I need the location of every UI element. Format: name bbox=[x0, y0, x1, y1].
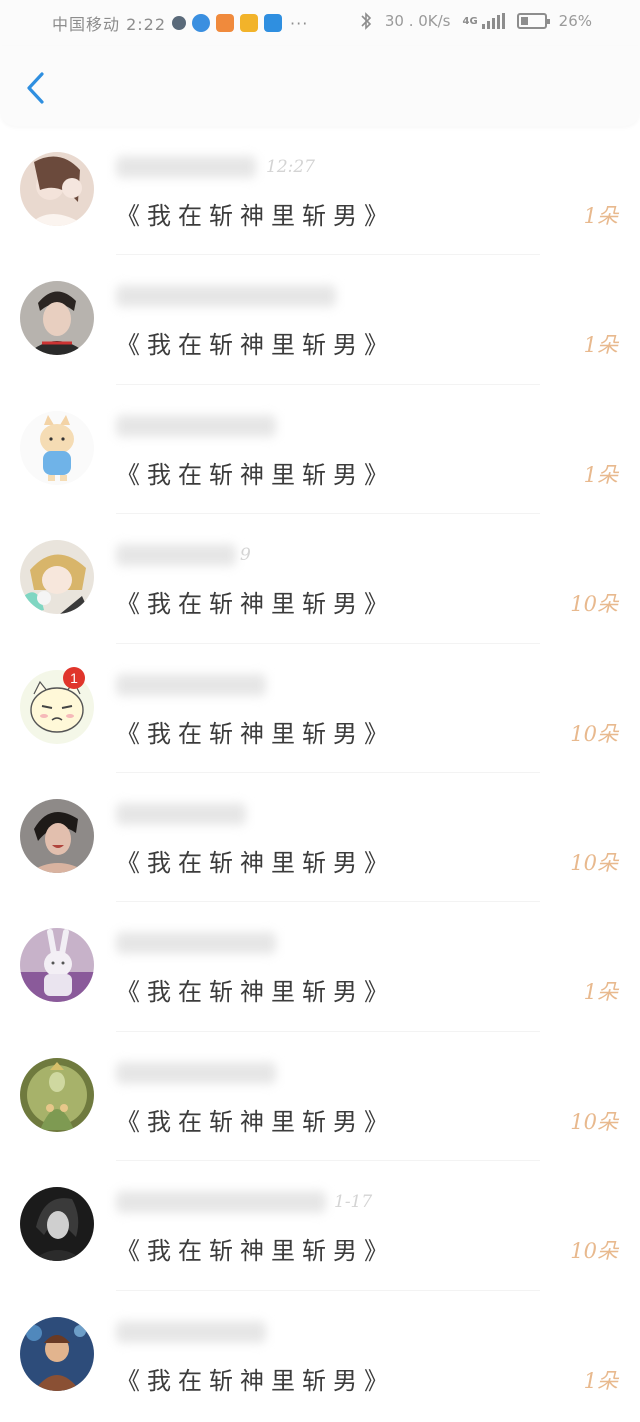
timestamp: 12:27 bbox=[266, 157, 315, 177]
network-speed: 30 . 0K/s bbox=[384, 12, 451, 30]
notification-app-icon bbox=[172, 16, 187, 30]
avatar[interactable] bbox=[20, 798, 94, 873]
user-name-blurred bbox=[116, 802, 246, 825]
avatar[interactable] bbox=[20, 1316, 94, 1391]
battery-level: 26% bbox=[558, 12, 592, 30]
network-type: 4G bbox=[462, 15, 478, 27]
bluetooth-icon bbox=[361, 12, 371, 30]
notification-app-icon bbox=[192, 14, 211, 32]
avatar[interactable] bbox=[20, 1057, 94, 1132]
avatar[interactable] bbox=[20, 1187, 94, 1262]
book-title: 《我在斩神里斩男》 bbox=[116, 1237, 395, 1266]
user-name-blurred bbox=[116, 544, 236, 567]
flower-count: 1朵 bbox=[583, 333, 618, 358]
book-title: 《我在斩神里斩男》 bbox=[116, 1366, 395, 1395]
book-title: 《我在斩神里斩男》 bbox=[116, 590, 395, 619]
user-name-blurred bbox=[116, 1191, 326, 1214]
flower-count: 1朵 bbox=[583, 980, 618, 1005]
flower-count: 10朵 bbox=[570, 1239, 618, 1264]
book-title: 《我在斩神里斩男》 bbox=[116, 848, 395, 877]
battery-icon bbox=[516, 13, 550, 29]
unread-badge: 1 bbox=[63, 666, 85, 689]
list-item[interactable]: 《我在斩神里斩男》 1朵 bbox=[0, 1291, 640, 1420]
list-item[interactable]: 9 《我在斩神里斩男》 10朵 bbox=[0, 514, 640, 644]
notification-app-icon bbox=[216, 14, 235, 32]
timestamp: 1-17 bbox=[334, 1192, 373, 1213]
flower-count: 10朵 bbox=[570, 592, 618, 617]
list-item[interactable]: 《我在斩神里斩男》 1朵 bbox=[0, 385, 640, 515]
book-title: 《我在斩神里斩男》 bbox=[116, 978, 395, 1007]
user-name-blurred bbox=[116, 1320, 266, 1343]
flower-count: 10朵 bbox=[570, 1109, 618, 1134]
chevron-left-icon bbox=[27, 72, 44, 104]
list-item[interactable]: 1-17 《我在斩神里斩男》 10朵 bbox=[0, 1161, 640, 1291]
flower-count: 10朵 bbox=[570, 721, 618, 746]
flower-count: 1朵 bbox=[583, 462, 618, 487]
more-notifications-icon: ··· bbox=[290, 13, 309, 33]
list-item[interactable]: 《我在斩神里斩男》 10朵 bbox=[0, 773, 640, 903]
notification-app-icon bbox=[240, 14, 259, 32]
status-left: 中国移动 2:22 ··· bbox=[52, 11, 308, 35]
status-bar: 中国移动 2:22 ··· 30 . 0K/s 4G 26% bbox=[0, 0, 640, 46]
list-item[interactable]: 1 《我在斩神里斩男》 10朵 bbox=[0, 644, 640, 773]
status-right: 30 . 0K/s 4G 26% bbox=[359, 11, 592, 31]
avatar[interactable] bbox=[20, 540, 94, 615]
user-name-blurred bbox=[116, 1061, 276, 1084]
list-item[interactable]: 《我在斩神里斩男》 1朵 bbox=[0, 255, 640, 385]
avatar[interactable] bbox=[20, 281, 94, 356]
flower-count: 1朵 bbox=[583, 1368, 618, 1393]
timestamp: 9 bbox=[240, 545, 251, 566]
book-title: 《我在斩神里斩男》 bbox=[116, 202, 395, 230]
avatar[interactable] bbox=[20, 152, 94, 226]
list-item[interactable]: 《我在斩神里斩男》 1朵 bbox=[0, 902, 640, 1032]
book-title: 《我在斩神里斩男》 bbox=[116, 460, 395, 489]
flower-count: 10朵 bbox=[570, 850, 618, 875]
list-item[interactable]: 12:27 《我在斩神里斩男》 1朵 bbox=[0, 126, 640, 256]
book-title: 《我在斩神里斩男》 bbox=[116, 719, 395, 748]
user-name-blurred bbox=[116, 673, 266, 696]
avatar[interactable] bbox=[20, 928, 94, 1003]
avatar[interactable] bbox=[20, 410, 94, 485]
gift-list: 12:27 《我在斩神里斩男》 1朵 《我在斩神里斩男》 1朵 《我在斩神里斩男… bbox=[0, 126, 640, 1420]
user-name-blurred bbox=[116, 285, 336, 308]
book-title: 《我在斩神里斩男》 bbox=[116, 1107, 395, 1136]
carrier-time: 中国移动 2:22 bbox=[52, 15, 167, 34]
notification-app-icon bbox=[264, 14, 283, 32]
back-button[interactable] bbox=[18, 68, 52, 108]
user-name-blurred bbox=[116, 156, 256, 178]
book-title: 《我在斩神里斩男》 bbox=[116, 331, 395, 360]
list-item[interactable]: 《我在斩神里斩男》 10朵 bbox=[0, 1032, 640, 1162]
signal-icon bbox=[481, 13, 505, 29]
user-name-blurred bbox=[116, 932, 276, 955]
flower-count: 1朵 bbox=[583, 204, 618, 228]
header bbox=[0, 46, 640, 126]
user-name-blurred bbox=[116, 414, 276, 437]
